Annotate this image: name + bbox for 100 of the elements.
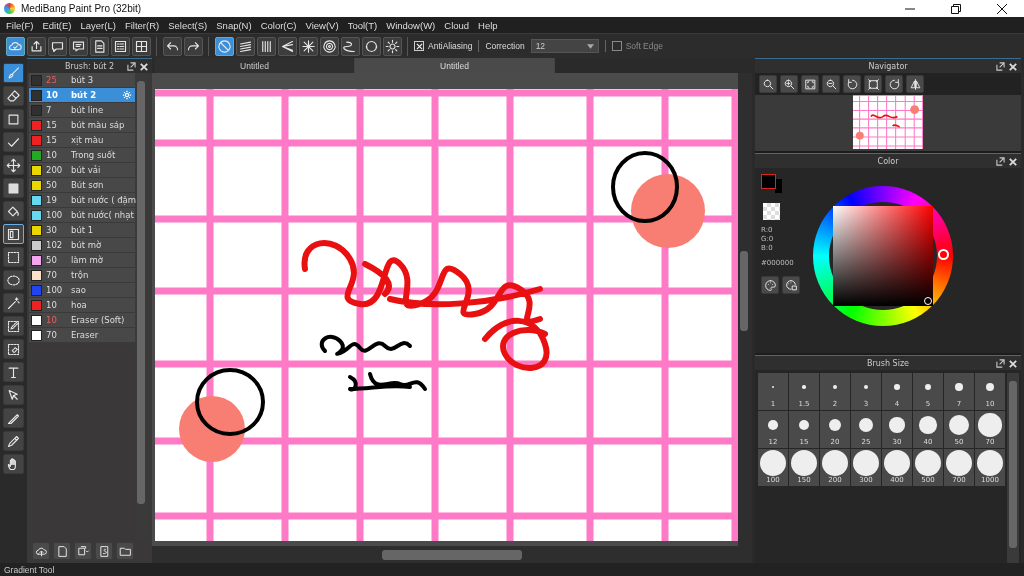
tool-button[interactable] xyxy=(3,408,24,428)
popout-icon[interactable] xyxy=(996,359,1005,368)
brush-item[interactable]: 19 bút nước ( đậm xyxy=(29,193,135,208)
navigator-button[interactable] xyxy=(801,75,819,93)
menu-item[interactable]: View(V) xyxy=(301,19,344,31)
tool-button[interactable] xyxy=(3,431,24,451)
brush-item[interactable]: 7 bút line xyxy=(29,103,135,118)
hue-handle[interactable] xyxy=(938,249,949,260)
menu-item[interactable]: Color(C) xyxy=(256,19,302,31)
antialiasing-checkbox[interactable] xyxy=(414,41,424,51)
brush-item[interactable]: 102 bút mờ xyxy=(29,238,135,253)
menu-item[interactable]: Edit(E) xyxy=(38,19,77,31)
brush-panel-button[interactable] xyxy=(95,542,113,560)
saturation-value-square[interactable] xyxy=(833,206,933,306)
toolbar-button[interactable] xyxy=(278,36,297,56)
tool-button[interactable] xyxy=(3,316,24,336)
tool-button[interactable] xyxy=(3,454,24,474)
tool-button[interactable] xyxy=(3,247,24,267)
navigator-button[interactable] xyxy=(780,75,798,93)
scrollbar-thumb[interactable] xyxy=(740,251,748,331)
canvas-thumbnail[interactable] xyxy=(853,95,923,149)
menu-item[interactable]: Tool(T) xyxy=(343,19,383,31)
navigator-button[interactable] xyxy=(906,75,924,93)
toolbar-button[interactable] xyxy=(257,36,276,56)
menu-item[interactable]: File(F) xyxy=(2,19,39,31)
toolbar-button[interactable] xyxy=(184,36,203,56)
tool-button[interactable] xyxy=(3,86,24,106)
toolbar-button[interactable] xyxy=(362,36,381,56)
brush-panel-button[interactable] xyxy=(53,542,71,560)
gear-icon[interactable] xyxy=(122,90,132,100)
toolbar-button[interactable] xyxy=(48,36,67,56)
brush-item[interactable]: 70 trộn xyxy=(29,268,135,283)
toolbar-button[interactable] xyxy=(6,36,25,56)
brush-item[interactable]: 15 bút màu sáp xyxy=(29,118,135,133)
secondary-color-swatch[interactable] xyxy=(775,179,782,193)
toolbar-button[interactable] xyxy=(163,36,182,56)
toolbar-button[interactable] xyxy=(27,36,46,56)
toolbar-button[interactable] xyxy=(132,36,151,56)
toolbar-button[interactable] xyxy=(236,36,255,56)
tool-button[interactable] xyxy=(3,293,24,313)
popout-icon[interactable] xyxy=(127,62,136,71)
popout-icon[interactable] xyxy=(996,62,1005,71)
brush-item[interactable]: 25 bút 3 xyxy=(29,73,135,88)
brush-panel-button[interactable] xyxy=(116,542,134,560)
menu-item[interactable]: Select(S) xyxy=(164,19,213,31)
menu-item[interactable]: Help xyxy=(474,19,503,31)
popout-icon[interactable] xyxy=(996,157,1005,166)
menu-item[interactable]: Window(W) xyxy=(382,19,441,31)
navigator-button[interactable] xyxy=(822,75,840,93)
tool-button[interactable] xyxy=(3,109,24,129)
tool-button[interactable] xyxy=(3,270,24,290)
scrollbar[interactable] xyxy=(1007,373,1019,563)
brush-item[interactable]: 50 Bút sơn xyxy=(29,178,135,193)
toolbar-button[interactable] xyxy=(111,36,130,56)
palette-button[interactable] xyxy=(782,276,800,294)
brush-item[interactable]: 100 bút nước( nhạt xyxy=(29,208,135,223)
soft-edge-checkbox[interactable] xyxy=(611,41,622,51)
tool-button[interactable] xyxy=(3,132,24,152)
navigator-button[interactable] xyxy=(885,75,903,93)
brush-item[interactable]: 70 Eraser xyxy=(29,328,135,343)
toolbar-button[interactable] xyxy=(341,36,360,56)
document-tab[interactable]: Untitled xyxy=(355,58,555,73)
scrollbar[interactable] xyxy=(738,73,752,546)
correction-dropdown[interactable]: 12 xyxy=(530,39,599,53)
tool-button[interactable] xyxy=(3,201,24,221)
brush-panel-button[interactable] xyxy=(74,542,92,560)
scrollbar[interactable] xyxy=(152,546,752,563)
menu-item[interactable]: Snap(N) xyxy=(212,19,257,31)
brush-item[interactable]: 100 sao xyxy=(29,283,135,298)
brush-item[interactable]: 10 Eraser (Soft) xyxy=(29,313,135,328)
tool-button[interactable] xyxy=(3,224,24,244)
toolbar-button[interactable] xyxy=(69,36,88,56)
menu-item[interactable]: Filter(R) xyxy=(120,19,165,31)
toolbar-button[interactable] xyxy=(320,36,339,56)
toolbar-button[interactable] xyxy=(383,36,402,56)
brush-item[interactable]: 15 xịt màu xyxy=(29,133,135,148)
close-icon[interactable] xyxy=(997,3,1007,14)
tool-button[interactable] xyxy=(3,155,24,175)
brush-panel-button[interactable] xyxy=(32,542,50,560)
restore-icon[interactable] xyxy=(951,3,961,14)
scrollbar-thumb[interactable] xyxy=(137,81,145,504)
brush-item[interactable]: 200 bút vải xyxy=(29,163,135,178)
tool-button[interactable] xyxy=(3,339,24,359)
scrollbar-thumb[interactable] xyxy=(1009,381,1017,549)
brush-item[interactable]: 10 Trong suốt xyxy=(29,148,135,163)
transparent-color-swatch[interactable] xyxy=(763,203,780,220)
document-tab[interactable]: Untitled xyxy=(155,58,355,73)
navigator-button[interactable] xyxy=(759,75,777,93)
menu-item[interactable]: Cloud xyxy=(440,19,475,31)
tool-button[interactable] xyxy=(3,178,24,198)
brush-item[interactable]: 30 bút 1 xyxy=(29,223,135,238)
tool-button[interactable] xyxy=(3,385,24,405)
brush-item[interactable]: 50 làm mờ xyxy=(29,253,135,268)
navigator-button[interactable] xyxy=(864,75,882,93)
toolbar-button[interactable] xyxy=(215,36,234,56)
toolbar-button[interactable] xyxy=(299,36,318,56)
brush-item[interactable]: 10 hoa xyxy=(29,298,135,313)
tool-button[interactable] xyxy=(3,63,24,83)
drawing-canvas[interactable] xyxy=(155,89,738,541)
menu-item[interactable]: Layer(L) xyxy=(76,19,121,31)
